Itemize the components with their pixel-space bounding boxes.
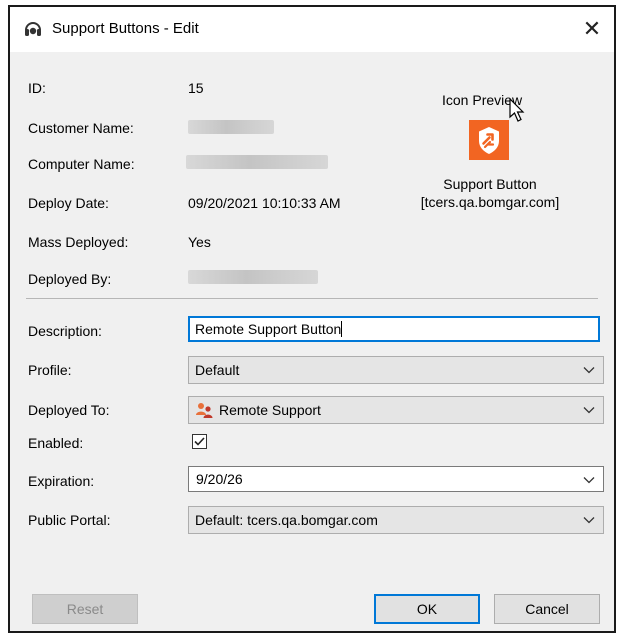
- preview-caption-line2: [tcers.qa.bomgar.com]: [420, 194, 560, 210]
- chevron-down-icon: [583, 407, 595, 414]
- support-button-icon: [469, 120, 509, 160]
- deploy-date-label: Deploy Date:: [28, 195, 109, 211]
- description-label: Description:: [28, 323, 102, 339]
- section-divider: [26, 298, 598, 299]
- computer-name-value-redacted: [186, 155, 328, 169]
- computer-name-label: Computer Name:: [28, 156, 135, 172]
- customer-name-label: Customer Name:: [28, 120, 134, 136]
- deployed-to-label: Deployed To:: [28, 402, 110, 418]
- mass-deployed-label: Mass Deployed:: [28, 234, 129, 250]
- public-portal-select[interactable]: Default: tcers.qa.bomgar.com: [188, 506, 604, 534]
- deploy-date-value: 09/20/2021 10:10:33 AM: [188, 195, 341, 211]
- profile-label: Profile:: [28, 362, 72, 378]
- chevron-down-icon: [583, 367, 595, 374]
- id-value: 15: [188, 80, 204, 96]
- deployed-to-select[interactable]: Remote Support: [188, 396, 604, 424]
- public-portal-label: Public Portal:: [28, 512, 111, 528]
- expiration-label: Expiration:: [28, 473, 95, 489]
- title-bar: Support Buttons - Edit ✕: [10, 7, 614, 52]
- icon-preview-caption: Support Button [tcers.qa.bomgar.com]: [392, 175, 588, 211]
- mouse-pointer-icon: [509, 97, 525, 122]
- ok-button[interactable]: OK: [374, 594, 480, 624]
- id-label: ID:: [28, 80, 46, 96]
- expiration-date-picker[interactable]: 9/20/26: [188, 466, 604, 492]
- profile-select[interactable]: Default: [188, 356, 604, 384]
- deployed-to-value: Remote Support: [219, 402, 321, 418]
- description-input[interactable]: Remote Support Button: [188, 316, 600, 342]
- chevron-down-icon: [583, 477, 595, 484]
- deployed-by-value-redacted: [188, 270, 318, 284]
- headset-icon: [25, 22, 41, 36]
- support-buttons-edit-dialog: Support Buttons - Edit ✕ ID: 15 Customer…: [8, 5, 616, 633]
- close-button[interactable]: ✕: [576, 14, 608, 44]
- deployed-by-label: Deployed By:: [28, 271, 112, 287]
- expiration-value: 9/20/26: [196, 471, 243, 487]
- checkmark-icon: [194, 437, 205, 446]
- customer-name-value-redacted: [188, 120, 274, 134]
- cancel-button[interactable]: Cancel: [494, 594, 600, 624]
- close-icon: ✕: [582, 16, 602, 41]
- enabled-label: Enabled:: [28, 435, 84, 451]
- remote-support-icon: [196, 403, 213, 418]
- profile-value: Default: [195, 362, 240, 378]
- description-value: Remote Support Button: [195, 321, 342, 337]
- enabled-checkbox[interactable]: [192, 434, 207, 449]
- preview-caption-line1: Support Button: [443, 176, 537, 192]
- public-portal-value: Default: tcers.qa.bomgar.com: [195, 512, 378, 528]
- window-title: Support Buttons - Edit: [52, 20, 199, 37]
- mass-deployed-value: Yes: [188, 234, 211, 250]
- reset-button[interactable]: Reset: [32, 594, 138, 624]
- chevron-down-icon: [583, 517, 595, 524]
- text-caret: [341, 321, 343, 337]
